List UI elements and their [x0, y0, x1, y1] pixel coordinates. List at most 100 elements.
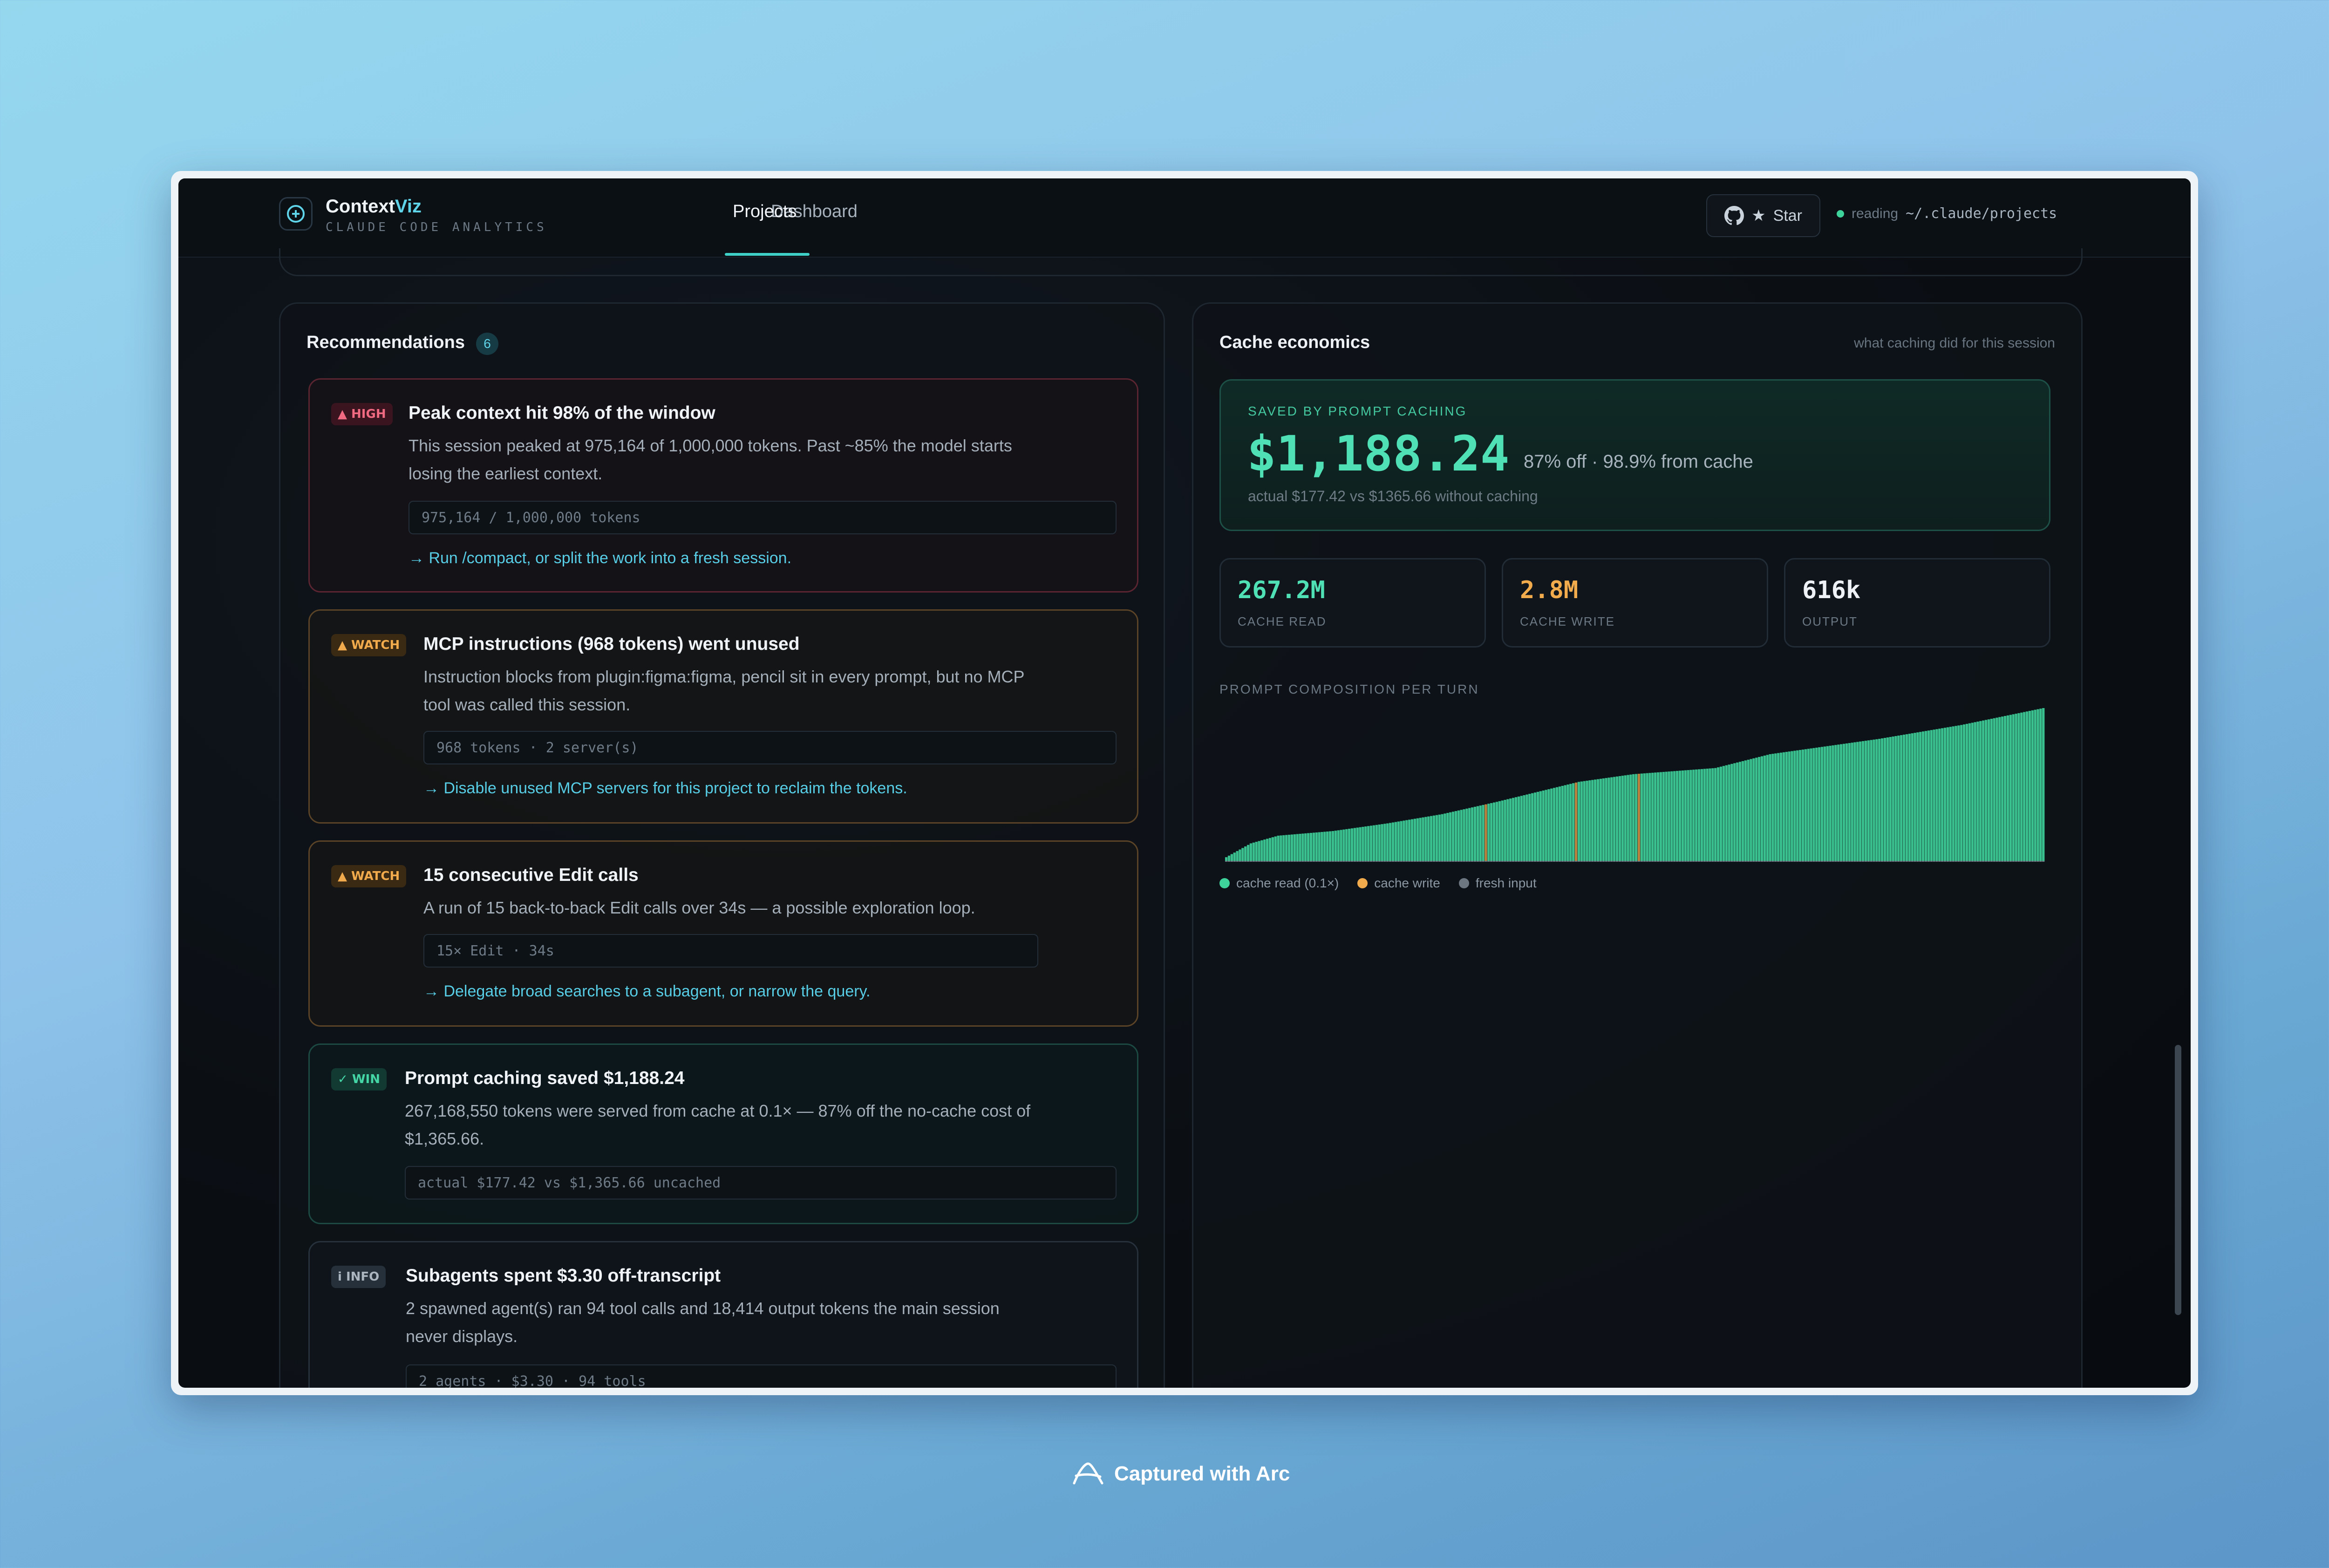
bar-cache-read: [1908, 734, 1911, 861]
bar-cache-read: [1774, 753, 1777, 861]
bar-cache-read: [1823, 746, 1826, 861]
bar-cache-read: [1957, 725, 1960, 861]
bar-cache-read: [2006, 715, 2009, 861]
scrollbar-thumb[interactable]: [2175, 1045, 2181, 1315]
previous-panel-edge: [279, 248, 2083, 276]
bar-cache-read: [1506, 799, 1509, 861]
bar-fresh-input: [1260, 861, 1263, 862]
recommendation-card-watch-mcp[interactable]: ▲ WATCH MCP instructions (968 tokens) we…: [308, 609, 1138, 824]
bar-cache-read: [1804, 749, 1807, 861]
bar-fresh-input: [1867, 861, 1870, 862]
bar-fresh-input: [1408, 861, 1411, 862]
bar-fresh-input: [1403, 861, 1405, 862]
bar-cache-read: [1542, 790, 1545, 861]
bar-fresh-input: [1596, 861, 1600, 862]
bar-cache-read: [1695, 769, 1698, 861]
bar-fresh-input: [1881, 861, 1884, 862]
bar-cache-read: [1290, 834, 1294, 861]
bar-cache-read: [1400, 821, 1403, 861]
bar-fresh-input: [1504, 861, 1506, 862]
bar-cache-read: [1711, 768, 1714, 861]
card-description: This session peaked at 975,164 of 1,000,…: [409, 436, 1012, 483]
card-title: MCP instructions (968 tokens) went unuse…: [423, 634, 800, 654]
bar-cache-read: [1965, 723, 1968, 861]
bar-fresh-input: [1350, 861, 1354, 862]
bar-cache-read: [1446, 813, 1449, 861]
severity-badge-win: ✓ WIN: [331, 1068, 387, 1091]
bar-fresh-input: [1952, 861, 1954, 862]
status-label: reading: [1852, 205, 1899, 221]
bar-fresh-input: [1572, 861, 1575, 862]
bar-fresh-input: [1796, 861, 1799, 862]
bar-fresh-input: [1613, 861, 1616, 862]
logo-icon[interactable]: [279, 197, 313, 231]
legend-swatch: [1219, 878, 1230, 888]
recommendation-card-win[interactable]: ✓ WIN Prompt caching saved $1,188.24 267…: [308, 1043, 1138, 1224]
cache-economics-panel: Cache economics what caching did for thi…: [1192, 302, 2083, 1388]
bar-fresh-input: [1506, 861, 1509, 862]
bar-cache-read: [1287, 834, 1291, 861]
bar-cache-read: [1509, 798, 1512, 861]
bar-cache-read: [1599, 778, 1602, 861]
bar-cache-read: [1342, 829, 1345, 861]
bar-cache-read: [1796, 750, 1799, 861]
recommendation-card-info[interactable]: i INFO Subagents spent $3.30 off-transcr…: [308, 1241, 1138, 1388]
edit-calls-code: 15× Edit · 34s: [423, 934, 1038, 968]
bar-fresh-input: [1733, 861, 1736, 862]
bar-cache-read: [2015, 714, 2017, 861]
action-link[interactable]: → Delegate broad searches to a subagent,…: [423, 982, 871, 1001]
bar-cache-read: [1331, 831, 1335, 861]
bar-cache-read: [1646, 773, 1648, 861]
bar-cache-read: [1894, 736, 1897, 861]
nav-projects[interactable]: Projects: [733, 202, 797, 222]
bar-cache-read: [2009, 715, 2012, 861]
bar-fresh-input: [1282, 861, 1285, 862]
bar-cache-read: [1416, 818, 1419, 861]
card-description: 267,168,550 tokens were served from cach…: [405, 1101, 1031, 1148]
bar-fresh-input: [1629, 861, 1632, 862]
bar-cache-read: [1564, 785, 1566, 861]
bar-cache-read: [1728, 764, 1730, 861]
app-name[interactable]: ContextViz: [326, 196, 422, 217]
bar-cache-read: [1285, 835, 1288, 861]
bar-fresh-input: [1621, 861, 1624, 862]
bar-cache-read: [1883, 738, 1886, 861]
bar-cache-read: [1517, 796, 1520, 861]
bar-fresh-input: [1897, 861, 1900, 862]
bar-cache-read: [1296, 834, 1299, 861]
bar-fresh-input: [1774, 861, 1777, 862]
bar-cache-read: [1594, 779, 1597, 861]
bar-fresh-input: [1703, 861, 1706, 862]
bar-cache-read: [1665, 771, 1668, 861]
action-link[interactable]: → Disable unused MCP servers for this pr…: [423, 779, 907, 798]
bar-cache-read: [1971, 723, 1974, 861]
bar-cache-read: [1922, 731, 1925, 861]
bar-fresh-input: [1290, 861, 1294, 862]
bar-cache-read: [1927, 730, 1930, 861]
bar-cache-read: [1528, 794, 1531, 861]
bar-cache-read: [1479, 805, 1482, 861]
bar-cache-read: [1536, 791, 1539, 861]
github-star-button[interactable]: ★ Star: [1706, 194, 1820, 237]
bar-fresh-input: [1246, 861, 1250, 862]
bar-fresh-input: [1271, 861, 1274, 862]
bar-cache-read: [1697, 769, 1701, 861]
status-path: ~/.claude/projects: [1906, 205, 2057, 222]
bar-cache-read: [1299, 833, 1301, 861]
chart-title: PROMPT COMPOSITION PER TURN: [1219, 682, 1479, 696]
action-link[interactable]: → Run /compact, or split the work into a…: [409, 549, 791, 567]
recommendation-card-high[interactable]: ▲ HIGH Peak context hit 98% of the windo…: [308, 378, 1138, 593]
bar-cache-read: [1815, 747, 1818, 861]
bar-cache-read: [1588, 780, 1591, 861]
bar-cache-read: [1700, 769, 1703, 861]
arc-logo-icon: [1073, 1462, 1103, 1485]
browser-window: ContextViz CLAUDE CODE ANALYTICS Dashboa…: [171, 171, 2198, 1395]
bar-cache-read: [1432, 815, 1436, 861]
bar-cache-read: [1369, 825, 1373, 861]
bar-cache-read: [1769, 754, 1771, 861]
recommendation-card-watch-edit[interactable]: ▲ WATCH 15 consecutive Edit calls A run …: [308, 840, 1138, 1027]
stat-output: 616k OUTPUT: [1784, 558, 2050, 648]
bar-fresh-input: [1823, 861, 1826, 862]
bar-fresh-input: [1430, 861, 1433, 862]
bar-fresh-input: [2036, 861, 2039, 862]
